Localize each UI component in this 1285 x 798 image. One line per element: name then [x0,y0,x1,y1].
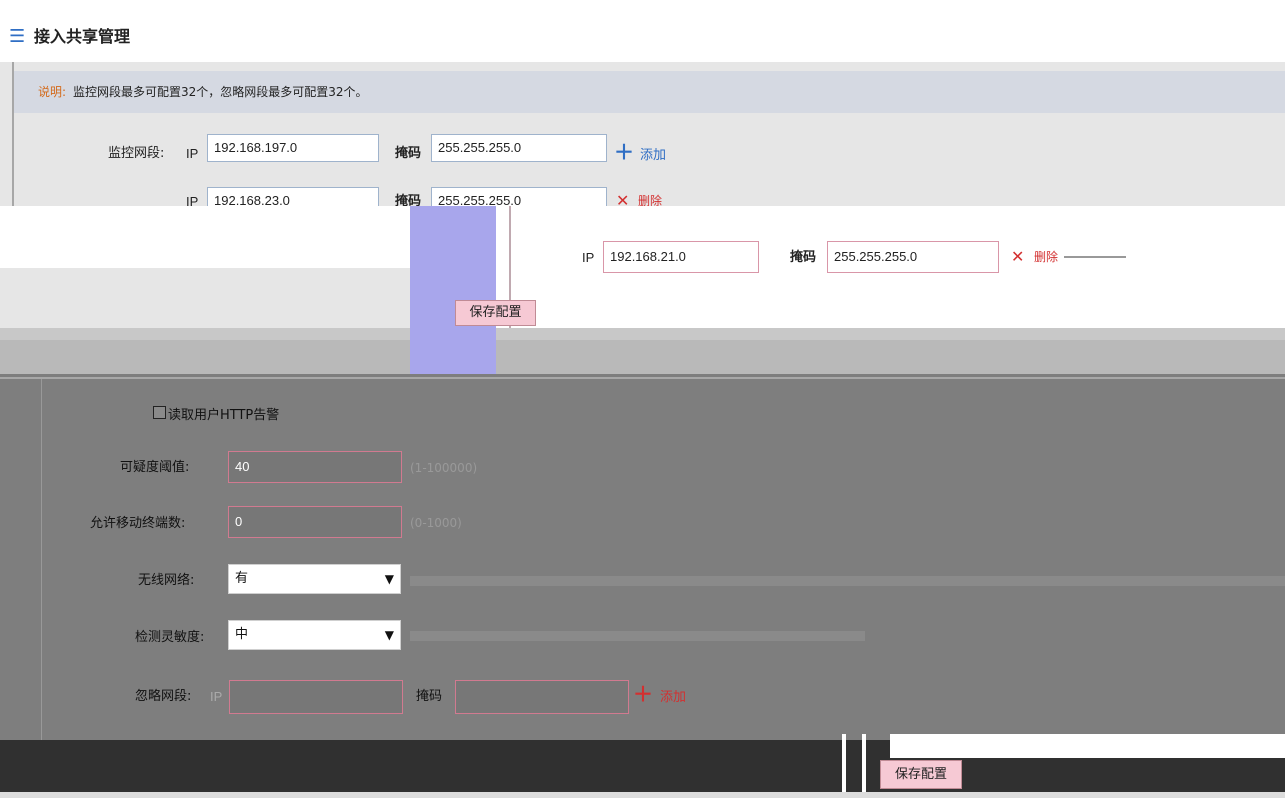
close-icon[interactable]: ✕ [616,193,629,207]
monitor-mask-input-1[interactable]: 255.255.255.0 [431,134,607,162]
ignore-add-link[interactable]: 添加 [660,691,686,704]
monitor-add-link[interactable]: 添加 [640,149,666,162]
ignore-ip-input[interactable] [229,680,403,714]
menu-icon[interactable]: ☰ [9,28,25,46]
monitor-mask-input-3[interactable]: 255.255.255.0 [827,241,999,273]
suspicion-label: 可疑度阈值: [120,460,190,475]
bottom-stripe-1 [842,734,846,792]
monitor-ip-prefix-2: IP [186,194,199,206]
bottom-white-block [890,734,1285,758]
notice-label: 说明: [38,85,67,99]
band-lavender [410,206,496,374]
sensitivity-label: 检测灵敏度: [135,630,205,645]
monitor-delete-link-2[interactable]: 删除 [638,195,662,206]
mobile-input[interactable]: 0 [228,506,402,538]
monitor-ip-input-3[interactable]: 192.168.21.0 [603,241,759,273]
save-config-button-2[interactable]: 保存配置 [880,760,962,789]
monitor-delete-link-3[interactable]: 删除 [1034,251,1058,263]
monitor-row-2: IP 192.168.23.0 掩码 255.255.255.0 ✕ 删除 [0,186,1285,206]
monitor-ip-input-2[interactable]: 192.168.23.0 [207,187,379,206]
plus-icon[interactable]: ＋ [633,684,653,704]
chevron-down-icon: ▼ [384,572,394,586]
chevron-down-icon: ▼ [384,628,394,642]
http-alarm-label: 读取用户HTTP告警 [168,408,280,423]
ignore-label: 忽略网段: [135,689,192,704]
monitor-ip-prefix-3: IP [582,250,595,265]
wireless-select-value: 有 [235,571,249,586]
wireless-select[interactable]: 有 ▼ [228,564,401,594]
band-gray-left [0,268,455,328]
mobile-hint: (0-1000) [410,516,462,530]
monitor-mask-input-2[interactable]: 255.255.255.0 [431,187,607,206]
sensitivity-select-value: 中 [235,627,249,642]
monitor-mask-label-2: 掩码 [395,194,422,206]
save-config-button-1[interactable]: 保存配置 [455,300,536,326]
monitor-ip-prefix: IP [186,146,199,161]
ignore-mask-label: 掩码 [416,689,443,704]
sensitivity-select[interactable]: 中 ▼ [228,620,401,650]
mobile-label: 允许移动终端数: [90,516,186,531]
ignore-mask-input[interactable] [455,680,629,714]
wireless-hint-blur [410,576,1285,586]
sensitivity-hint-blur [410,631,865,641]
scroll-trail [1064,256,1126,258]
plus-icon[interactable]: ＋ [614,142,634,162]
monitor-mask-label-3: 掩码 [790,250,817,265]
monitor-ip-input-1[interactable]: 192.168.197.0 [207,134,379,162]
http-alarm-checkbox[interactable] [153,406,166,419]
notice-text: 监控网段最多可配置32个，忽略网段最多可配置32个。 [73,85,368,99]
monitor-label: 监控网段: [108,146,165,161]
band-darker [0,340,1285,374]
page-title: 接入共享管理 [34,27,131,46]
suspicion-hint: (1-100000) [410,461,478,475]
monitor-mask-label-1: 掩码 [395,146,422,161]
suspicion-input[interactable]: 40 [228,451,402,483]
page-header: ☰ 接入共享管理 [0,0,1285,62]
wireless-label: 无线网络: [138,573,195,588]
settings-left-border [41,379,42,740]
bottom-strip [0,792,1285,798]
settings-top-line [0,377,1285,379]
ignore-ip-prefix: IP [210,689,223,704]
bottom-stripe-2 [862,734,866,792]
delete-icon[interactable]: ✕ [1011,249,1024,265]
